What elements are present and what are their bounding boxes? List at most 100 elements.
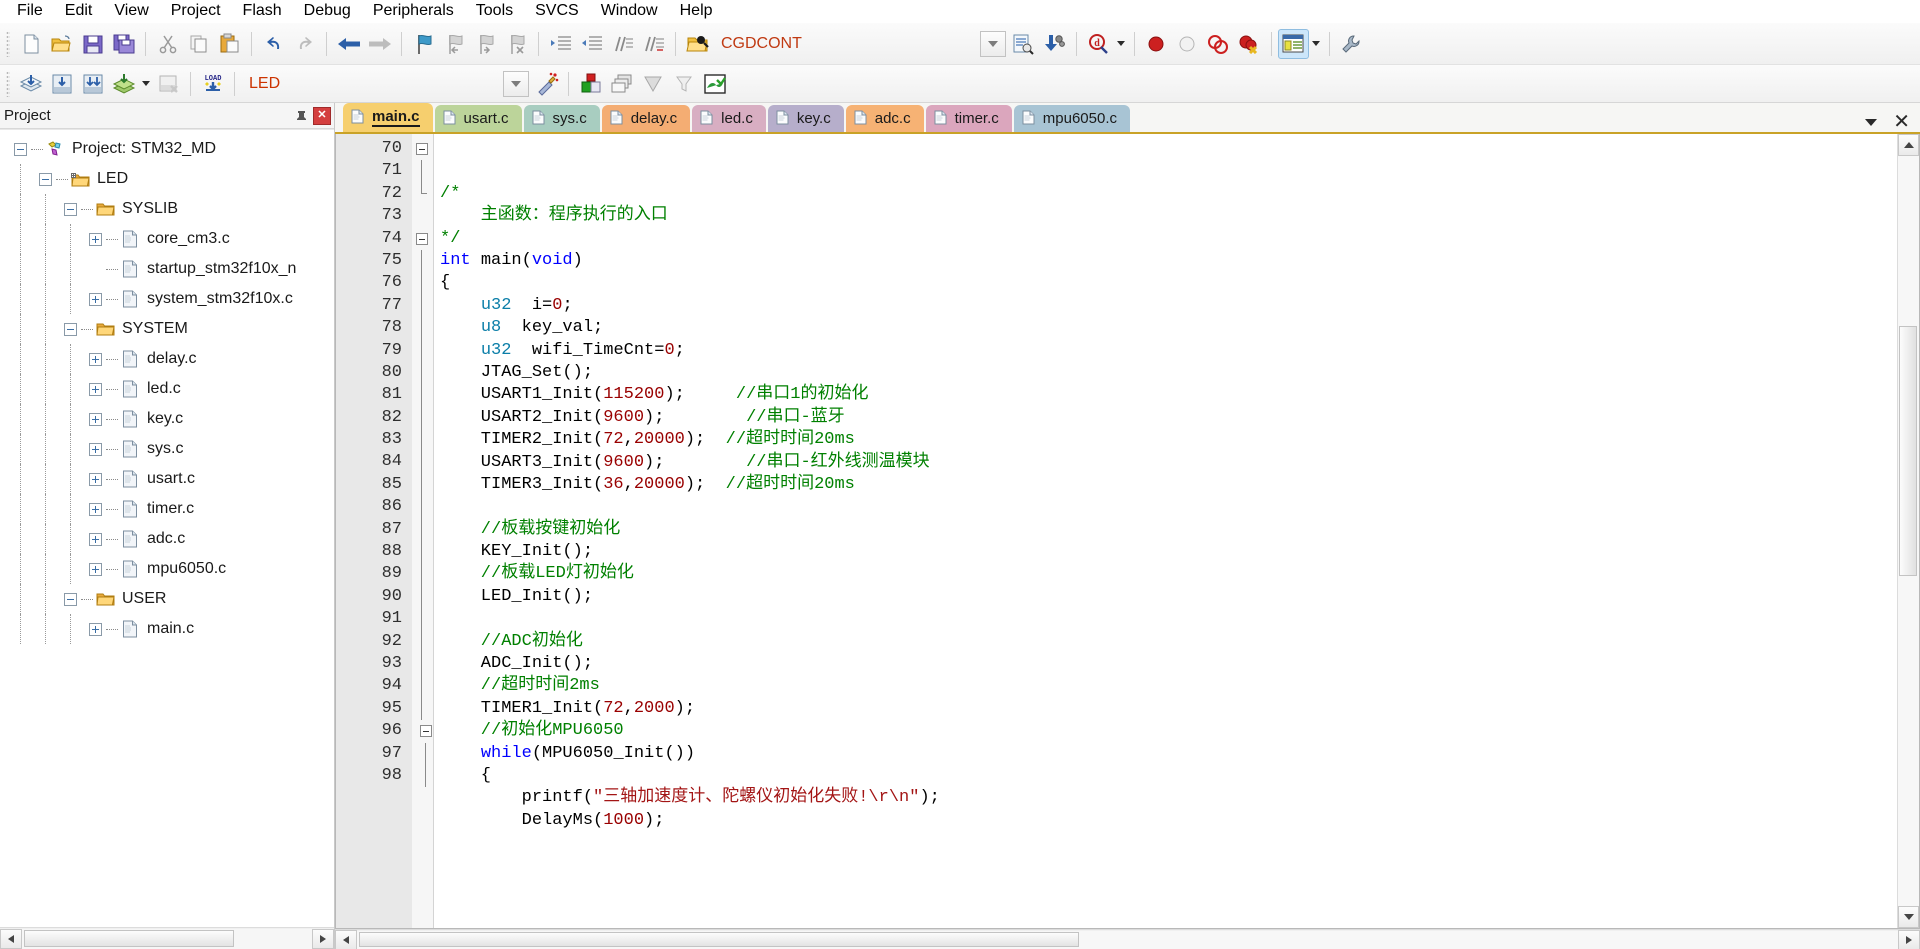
collapse-region-icon[interactable] bbox=[416, 143, 428, 155]
manage-runtime-env-button[interactable] bbox=[699, 69, 730, 99]
target-combo-value[interactable]: LED bbox=[241, 75, 288, 93]
editor-tab-mpu6050-c[interactable]: mpu6050.c bbox=[1013, 105, 1130, 132]
toolbar-grip[interactable] bbox=[6, 30, 10, 57]
open-file-button[interactable] bbox=[46, 29, 77, 59]
download-button[interactable]: LOAD bbox=[197, 69, 228, 99]
scroll-right-button[interactable] bbox=[1898, 929, 1920, 949]
tree-item-core-cm3-c[interactable]: core_cm3.c bbox=[0, 224, 334, 254]
tree-item-syslib[interactable]: SYSLIB bbox=[0, 194, 334, 224]
start-debug-session-button[interactable] bbox=[531, 69, 562, 99]
configure-target-options-button[interactable] bbox=[1336, 29, 1367, 59]
close-icon[interactable]: ✕ bbox=[313, 106, 331, 125]
new-file-button[interactable] bbox=[15, 29, 46, 59]
save-button[interactable] bbox=[77, 29, 108, 59]
collapse-icon[interactable] bbox=[39, 172, 52, 186]
menu-item-svcs[interactable]: SVCS bbox=[524, 0, 590, 23]
fold-marker[interactable] bbox=[412, 228, 433, 250]
expand-icon[interactable] bbox=[89, 382, 102, 396]
menu-item-view[interactable]: View bbox=[103, 0, 159, 23]
collapse-icon[interactable] bbox=[64, 322, 77, 336]
pack-installer-button[interactable] bbox=[637, 69, 668, 99]
build-toolbar-grip[interactable] bbox=[6, 70, 10, 97]
expand-icon[interactable] bbox=[89, 412, 102, 426]
menu-item-edit[interactable]: Edit bbox=[54, 0, 104, 23]
expand-icon[interactable] bbox=[89, 442, 102, 456]
expand-icon[interactable] bbox=[89, 562, 102, 576]
tree-item-system-stm32f10x-c[interactable]: system_stm32f10x.c bbox=[0, 284, 334, 314]
expand-icon[interactable] bbox=[89, 472, 102, 486]
find-combo-value[interactable]: CGDCONT bbox=[713, 35, 810, 53]
translate-button[interactable] bbox=[15, 69, 46, 99]
vscroll-thumb[interactable] bbox=[1899, 326, 1917, 576]
tree-item-delay-c[interactable]: delay.c bbox=[0, 344, 334, 374]
fold-marker[interactable] bbox=[412, 720, 433, 742]
tree-item-system[interactable]: SYSTEM bbox=[0, 314, 334, 344]
find-combo-dropdown[interactable] bbox=[979, 30, 1006, 57]
copy-button[interactable] bbox=[183, 29, 214, 59]
indent-right-button[interactable] bbox=[545, 29, 576, 59]
editor-tab-delay-c[interactable]: delay.c bbox=[601, 105, 691, 132]
comment-block-button[interactable] bbox=[607, 29, 638, 59]
navigate-forward-button[interactable] bbox=[364, 29, 395, 59]
close-icon[interactable]: ✕ bbox=[1893, 112, 1910, 132]
menu-item-file[interactable]: File bbox=[6, 0, 54, 23]
pin-icon[interactable] bbox=[292, 107, 310, 125]
bookmark-next-button[interactable] bbox=[470, 29, 501, 59]
collapse-icon[interactable] bbox=[64, 592, 77, 606]
scroll-down-button[interactable] bbox=[1898, 906, 1919, 928]
expand-icon[interactable] bbox=[89, 622, 102, 636]
menu-item-flash[interactable]: Flash bbox=[232, 0, 293, 23]
kill-all-breakpoints-button[interactable] bbox=[1234, 29, 1265, 59]
hscroll-thumb[interactable] bbox=[24, 929, 234, 947]
scroll-left-button[interactable] bbox=[335, 929, 357, 949]
filter-button[interactable] bbox=[668, 69, 699, 99]
navigate-back-button[interactable] bbox=[333, 29, 364, 59]
editor-tab-usart-c[interactable]: usart.c bbox=[434, 105, 522, 132]
tree-item-timer-c[interactable]: timer.c bbox=[0, 494, 334, 524]
tree-item-project-stm32-md[interactable]: Project: STM32_MD bbox=[0, 134, 334, 164]
save-all-button[interactable] bbox=[108, 29, 139, 59]
tree-item-user[interactable]: USER bbox=[0, 584, 334, 614]
editor-tab-main-c[interactable]: main.c bbox=[343, 103, 433, 132]
incremental-find-button[interactable] bbox=[1008, 29, 1039, 59]
hscroll-track[interactable] bbox=[22, 928, 312, 949]
uncomment-block-button[interactable] bbox=[638, 29, 669, 59]
stop-build-button[interactable] bbox=[153, 69, 184, 99]
code-folding-column[interactable] bbox=[412, 134, 434, 928]
editor-hscroll-thumb[interactable] bbox=[359, 931, 1079, 947]
find-in-files-button[interactable] bbox=[682, 29, 713, 59]
collapse-region-icon[interactable] bbox=[416, 232, 428, 245]
tree-item-adc-c[interactable]: adc.c bbox=[0, 524, 334, 554]
project-window-dropdown[interactable] bbox=[1309, 29, 1323, 59]
collapse-region-icon[interactable] bbox=[420, 725, 432, 738]
scroll-up-button[interactable] bbox=[1898, 134, 1919, 156]
expand-icon[interactable] bbox=[89, 232, 102, 246]
fold-marker[interactable] bbox=[412, 138, 433, 160]
menu-item-peripherals[interactable]: Peripherals bbox=[362, 0, 465, 23]
bookmark-clear-button[interactable] bbox=[501, 29, 532, 59]
batch-build-button[interactable] bbox=[108, 69, 139, 99]
manage-multi-project-button[interactable] bbox=[606, 69, 637, 99]
project-tree-hscrollbar[interactable] bbox=[0, 927, 334, 949]
editor-tab-sys-c[interactable]: sys.c bbox=[523, 105, 600, 132]
manage-project-items-button[interactable] bbox=[575, 69, 606, 99]
editor-tab-key-c[interactable]: key.c bbox=[767, 105, 844, 132]
menu-item-debug[interactable]: Debug bbox=[293, 0, 362, 23]
insert-breakpoint-button[interactable] bbox=[1141, 29, 1172, 59]
tree-item-led-c[interactable]: led.c bbox=[0, 374, 334, 404]
cut-button[interactable] bbox=[152, 29, 183, 59]
editor-vscrollbar[interactable] bbox=[1897, 134, 1919, 928]
chevron-down-icon[interactable] bbox=[1865, 118, 1878, 126]
rebuild-all-button[interactable] bbox=[77, 69, 108, 99]
find-button[interactable]: d bbox=[1083, 29, 1114, 59]
disable-breakpoint-button[interactable] bbox=[1172, 29, 1203, 59]
target-combo-dropdown[interactable] bbox=[503, 70, 530, 97]
bookmark-prev-button[interactable] bbox=[439, 29, 470, 59]
code-editor[interactable]: 70 71 72 73 74 75 76 77 78 79 80 81 82 83 84 85 86 87 88 89… bbox=[335, 134, 1920, 929]
goto-definition-button[interactable] bbox=[1039, 29, 1070, 59]
editor-tab-led-c[interactable]: led.c bbox=[692, 105, 766, 132]
batch-build-dropdown[interactable] bbox=[139, 69, 153, 99]
editor-tab-timer-c[interactable]: timer.c bbox=[925, 105, 1012, 132]
code-text[interactable]: /* 主函数：程序执行的入口 */int main(void){ u32 i=0;… bbox=[434, 134, 1897, 928]
tree-item-sys-c[interactable]: sys.c bbox=[0, 434, 334, 464]
